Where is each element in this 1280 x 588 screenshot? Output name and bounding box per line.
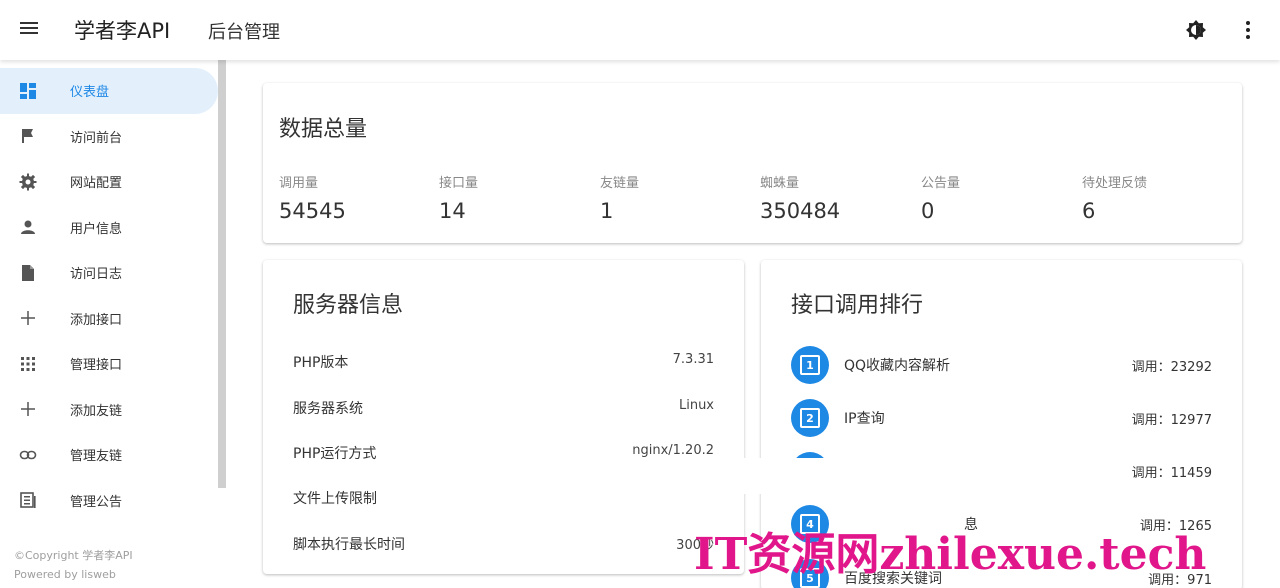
server-row: 服务器系统 Linux	[293, 398, 714, 418]
server-row-value: Linux	[678, 398, 714, 413]
grid-icon	[19, 355, 37, 373]
sidebar-item-label: 访问日志	[70, 267, 123, 283]
server-row: 脚本执行最长时间 300秒	[293, 534, 714, 554]
stat-label: 友链量	[600, 176, 640, 191]
sidebar-item-label: 仪表盘	[70, 85, 110, 101]
copyright-text: ©Copyright 学者李API	[14, 549, 133, 562]
sidebar-item-add-friend-link[interactable]: 添加友链	[0, 387, 218, 433]
stat-value: 6	[1082, 199, 1096, 223]
stat-label: 公告量	[921, 176, 961, 191]
link-icon	[19, 446, 37, 464]
ranking-call-count: 调用：12977	[1131, 412, 1212, 428]
sidebar-item-label: 管理友链	[70, 449, 123, 465]
plus-icon	[19, 309, 37, 327]
ranking-row[interactable]: 2 IP查询 调用：12977	[791, 398, 1212, 438]
stat-label: 蜘蛛量	[760, 176, 800, 191]
stat-value: 14	[439, 199, 466, 223]
stat-spiders: 蜘蛛量 350484	[760, 172, 840, 223]
stats-title: 数据总量	[279, 117, 368, 142]
ranking-api-name: IP查询	[844, 411, 885, 427]
sidebar-item-manage-notice[interactable]: 管理公告	[0, 478, 218, 524]
server-row-label: PHP运行方式	[293, 446, 377, 462]
gear-icon	[19, 173, 37, 191]
app-bar: 学者李API 后台管理	[0, 0, 1280, 60]
sidebar-footer: ©Copyright 学者李API Powered by lisweb	[14, 546, 133, 584]
sidebar-item-label: 用户信息	[70, 221, 123, 237]
sidebar-item-visit-frontend[interactable]: 访问前台	[0, 114, 218, 160]
stat-value: 0	[921, 199, 935, 223]
sidebar-item-user-info[interactable]: 用户信息	[0, 205, 218, 251]
sidebar-item-label: 网站配置	[70, 176, 123, 192]
sidebar-item-label: 访问前台	[70, 130, 123, 146]
sidebar-scrollbar[interactable]	[218, 60, 226, 488]
server-row-label: PHP版本	[293, 355, 349, 371]
server-row-value: 7.3.31	[672, 352, 714, 367]
flag-icon	[19, 127, 37, 145]
more-vert-icon[interactable]	[1238, 18, 1258, 42]
person-icon	[19, 218, 37, 236]
api-ranking-title: 接口调用排行	[791, 293, 924, 318]
file-icon	[19, 264, 37, 282]
sidebar-item-manage-friend-link[interactable]: 管理友链	[0, 432, 218, 478]
sidebar-item-add-api[interactable]: 添加接口	[0, 296, 218, 342]
stat-apis: 接口量 14	[439, 172, 478, 223]
app-subtitle: 后台管理	[208, 22, 280, 43]
server-row: PHP运行方式 nginx/1.20.2	[293, 443, 714, 463]
sidebar-item-dashboard[interactable]: 仪表盘	[0, 68, 218, 114]
sidebar: 仪表盘 访问前台 网站配置 用户信息 访问日志 添加接口 管理接口 添加友链 管…	[0, 60, 226, 588]
dashboard-icon	[19, 82, 37, 100]
stat-label: 调用量	[279, 176, 319, 191]
sidebar-item-label: 添加友链	[70, 403, 123, 419]
hamburger-menu-icon[interactable]	[18, 19, 40, 41]
watermark-text: IT资源网zhilexue.tech	[694, 529, 1207, 580]
sidebar-item-label: 管理公告	[70, 494, 123, 510]
sidebar-nav: 仪表盘 访问前台 网站配置 用户信息 访问日志 添加接口 管理接口 添加友链 管…	[0, 68, 218, 523]
app-title: 学者李API	[74, 19, 171, 43]
ranking-api-name: QQ收藏内容解析	[844, 358, 951, 374]
stat-notices: 公告量 0	[921, 172, 960, 223]
stat-label: 待处理反馈	[1082, 176, 1148, 191]
stat-value: 350484	[760, 199, 841, 223]
server-info-card: 服务器信息 PHP版本 7.3.31 服务器系统 Linux PHP运行方式 n…	[263, 260, 744, 574]
ranking-call-count: 调用：23292	[1131, 359, 1212, 375]
ranking-row[interactable]: 1 QQ收藏内容解析 调用：23292	[791, 345, 1212, 385]
sidebar-item-label: 管理接口	[70, 358, 123, 374]
stat-value: 1	[600, 199, 614, 223]
sidebar-item-access-log[interactable]: 访问日志	[0, 250, 218, 296]
server-row: PHP版本 7.3.31	[293, 352, 714, 372]
sidebar-item-site-config[interactable]: 网站配置	[0, 159, 218, 205]
rank-badge-icon: 1	[791, 346, 829, 384]
server-info-title: 服务器信息	[293, 293, 404, 318]
stat-calls: 调用量 54545	[279, 172, 346, 223]
powered-by-text: Powered by lisweb	[14, 568, 116, 581]
ranking-call-count: 调用：11459	[1131, 465, 1212, 481]
plus-icon	[19, 400, 37, 418]
stat-friend-links: 友链量 1	[600, 172, 639, 223]
stat-value: 54545	[279, 199, 346, 223]
server-row-value: nginx/1.20.2	[632, 443, 714, 458]
sidebar-item-label: 添加接口	[70, 312, 123, 328]
watermark-occlusion	[744, 458, 954, 494]
sidebar-item-manage-api[interactable]: 管理接口	[0, 341, 218, 387]
theme-toggle-icon[interactable]	[1184, 18, 1208, 42]
stat-label: 接口量	[439, 176, 479, 191]
article-icon	[19, 491, 37, 509]
rank-badge-icon: 2	[791, 399, 829, 437]
stats-card: 数据总量 调用量 54545 接口量 14 友链量 1 蜘蛛量 350484 公…	[263, 83, 1242, 243]
server-row-label: 脚本执行最长时间	[293, 537, 405, 553]
server-row-label: 服务器系统	[293, 401, 363, 417]
stat-pending-feedback: 待处理反馈 6	[1082, 172, 1147, 223]
server-row: 文件上传限制	[293, 488, 714, 508]
server-row-label: 文件上传限制	[293, 491, 377, 507]
